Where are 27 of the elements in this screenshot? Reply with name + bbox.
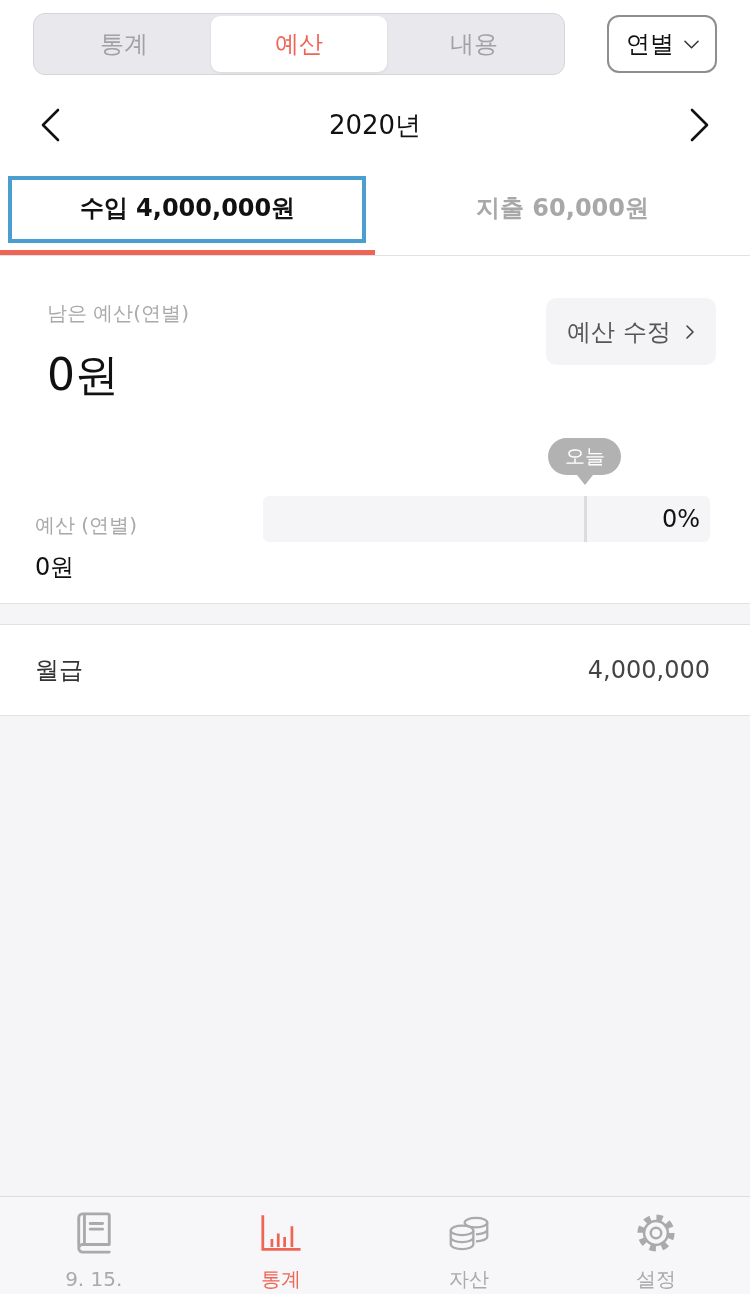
segment-tab[interactable]: 내용: [386, 16, 562, 72]
chevron-left-icon[interactable]: [40, 108, 60, 142]
item-name: 월급: [35, 655, 83, 686]
settings-icon: [636, 1212, 677, 1254]
nav-tab[interactable]: 설정: [562, 1197, 750, 1294]
chevron-right-icon: [684, 323, 695, 340]
caret-icon: [683, 39, 699, 49]
tooltip-pointer-icon: [577, 475, 593, 485]
bar-chart-icon: [261, 1212, 302, 1254]
year-title: 2020년: [328, 108, 422, 142]
chevron-right-icon[interactable]: [690, 108, 710, 142]
tab[interactable]: 수입 4,000,000원: [0, 175, 375, 255]
nav-tab[interactable]: 9. 15.: [0, 1197, 188, 1294]
item-amount: 4,000,000: [587, 656, 710, 684]
nav-tab[interactable]: 통계: [187, 1197, 375, 1294]
segment-tab[interactable]: 예산: [211, 16, 387, 72]
remaining-budget-amount: 0원: [47, 348, 119, 402]
segment-tab[interactable]: 통계: [36, 16, 212, 72]
today-tooltip: 오늘: [548, 438, 621, 475]
edit-budget-button[interactable]: 예산 수정: [546, 298, 716, 365]
budget-amount: 0원: [35, 552, 75, 582]
period-dropdown[interactable]: 연별: [607, 15, 717, 73]
progress-reading: 0%: [661, 505, 701, 533]
tab[interactable]: 지출 60,000원: [375, 175, 750, 255]
budget-label: 예산 (연별): [35, 512, 137, 539]
remaining-budget-label: 남은 예산(연별): [47, 300, 189, 327]
nav-tab[interactable]: 자산: [375, 1197, 563, 1294]
